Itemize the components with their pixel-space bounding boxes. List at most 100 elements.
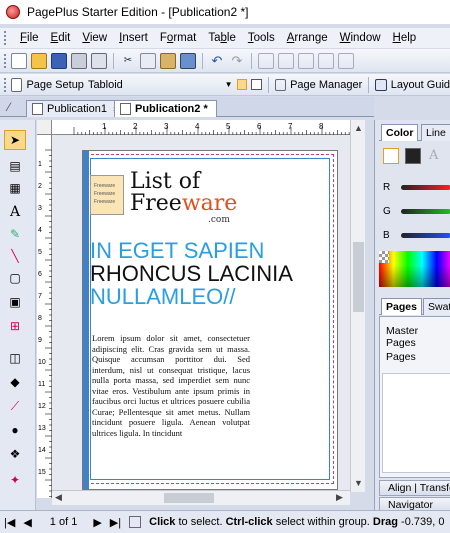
menu-view[interactable]: View (76, 32, 113, 44)
color-spectrum[interactable] (379, 251, 450, 287)
distribute-icon[interactable] (338, 52, 354, 69)
menu-format[interactable]: Format (154, 32, 202, 44)
document-icon (32, 103, 43, 115)
save-icon[interactable] (51, 52, 67, 69)
new-document-icon[interactable] (11, 52, 27, 69)
logo[interactable]: Freeware Freeware Freeware List of Freew… (90, 171, 260, 229)
frame-tool-icon[interactable]: ◫ (4, 348, 26, 368)
logo-domain: .com (208, 215, 230, 225)
replicate-tool-icon[interactable]: ✦ (4, 470, 26, 490)
gallery-tool-icon[interactable]: ❖ (4, 444, 26, 464)
tab-publication1[interactable]: Publication1 × (26, 100, 127, 117)
menu-help[interactable]: Help (387, 32, 423, 44)
align-transform-panel[interactable]: Align | Transfor (379, 480, 450, 496)
page-manager-button[interactable]: Page Manager (290, 79, 362, 91)
group-icon[interactable] (258, 52, 274, 69)
table-tool-icon[interactable]: ⊞ (4, 316, 26, 336)
crop-tool-icon[interactable]: ▦ (4, 178, 26, 198)
page-setup-button[interactable]: Page Setup (26, 79, 84, 91)
scroll-right-icon[interactable]: ▶ (336, 492, 343, 503)
menu-grip[interactable] (4, 31, 8, 45)
menu-table[interactable]: Table (202, 32, 242, 44)
page-manager-status-icon[interactable] (129, 516, 142, 528)
canvas[interactable]: Freeware Freeware Freeware List of Freew… (52, 135, 350, 490)
horizontal-ruler[interactable]: 123456789 (52, 120, 355, 135)
menu-window[interactable]: Window (334, 32, 387, 44)
next-page-icon[interactable]: ▶ (93, 516, 101, 529)
blue-slider[interactable] (401, 233, 450, 238)
red-slider[interactable] (401, 185, 450, 190)
ruler-corner[interactable] (37, 120, 52, 135)
studio-panel: Color Line A R G B Pages Swat Master Pag… (374, 120, 450, 513)
scroll-left-icon[interactable]: ◀ (55, 492, 62, 503)
vertical-scroll-thumb[interactable] (353, 242, 364, 312)
color-tool-icon[interactable]: ● (4, 420, 26, 440)
scroll-up-icon[interactable]: ▲ (354, 123, 363, 133)
pen-tool-icon[interactable]: ✎ (4, 224, 26, 244)
horizontal-scrollbar[interactable]: ◀ ▶ (52, 490, 350, 505)
vertical-scrollbar[interactable]: ▲ ▼ (350, 120, 365, 492)
menu-tools[interactable]: Tools (242, 32, 281, 44)
window-title: PagePlus Starter Edition - [Publication2… (27, 5, 249, 19)
page-size-select[interactable]: Tabloid (88, 79, 221, 91)
line-swatch-icon[interactable] (405, 148, 421, 164)
single-page-icon[interactable] (236, 79, 248, 90)
page-manager-icon[interactable] (274, 78, 287, 91)
copy-icon[interactable] (140, 52, 156, 69)
facing-pages-icon[interactable] (251, 79, 262, 90)
print-preview-icon[interactable] (91, 52, 107, 69)
vertical-ruler[interactable]: 1 2 3 4 5 6 7 8 9 10 11 12 13 14 15 (37, 135, 52, 498)
undo-icon[interactable]: ↶ (209, 53, 225, 69)
pages-label[interactable]: Pages (386, 351, 416, 363)
page-size-dropdown-icon[interactable]: ▼ (225, 80, 233, 89)
tab-pages[interactable]: Pages (381, 298, 422, 315)
print-icon[interactable] (71, 52, 87, 69)
picture-tool-icon[interactable]: ▣ (4, 292, 26, 312)
pages-thumbnail-area[interactable] (382, 373, 450, 473)
format-painter-icon[interactable] (180, 52, 196, 69)
menu-edit[interactable]: Edit (45, 32, 77, 44)
ungroup-icon[interactable] (278, 52, 294, 69)
line-tool-icon[interactable]: ╲ (4, 246, 26, 266)
layout-guides-button[interactable]: Layout Guid (391, 79, 450, 91)
menu-insert[interactable]: Insert (113, 32, 154, 44)
layout-guides-icon[interactable] (375, 78, 387, 91)
shape-tool-icon[interactable]: ▢ (4, 268, 26, 288)
fill-tool-icon[interactable]: ◆ (4, 372, 26, 392)
page-setup-icon[interactable] (10, 77, 23, 92)
redo-icon[interactable]: ↷ (229, 53, 245, 69)
green-slider[interactable] (401, 209, 450, 214)
align-icon[interactable] (298, 52, 314, 69)
scroll-down-icon[interactable]: ▼ (354, 478, 363, 488)
open-folder-icon[interactable] (31, 52, 47, 69)
paste-icon[interactable] (160, 52, 176, 69)
toolbar-grip[interactable] (4, 77, 7, 92)
fill-swatch-icon[interactable] (383, 148, 399, 164)
pointer-tool-icon[interactable]: ➤ (4, 130, 26, 150)
transparency-tool-icon[interactable]: ⟋ (4, 396, 26, 416)
text-color-icon[interactable]: A (429, 148, 438, 163)
cut-icon[interactable]: ✂ (120, 53, 136, 69)
transparent-swatch-icon[interactable] (379, 251, 389, 263)
menu-arrange[interactable]: Arrange (281, 32, 334, 44)
rotate-tool-icon[interactable]: ▤ (4, 156, 26, 176)
ruler-number: 6 (257, 122, 262, 131)
prev-page-icon[interactable]: ◀ (23, 516, 31, 529)
tab-color[interactable]: Color (381, 124, 419, 141)
ruler-number: 2 (38, 183, 42, 190)
menu-file[interactable]: File (14, 32, 45, 44)
body-text-frame[interactable]: Lorem ipsum dolor sit amet, consectetuer… (92, 333, 250, 438)
text-tool-icon[interactable]: A (4, 202, 26, 222)
toolbar-grip[interactable] (4, 53, 7, 68)
tab-swatches[interactable]: Swat (423, 298, 450, 315)
heading-frame[interactable]: IN EGET SAPIEN RHONCUS LACINIA NULLAMLEO… (90, 239, 293, 308)
last-page-icon[interactable]: ▶| (110, 516, 121, 529)
page-indicator[interactable]: 1 of 1 (50, 516, 78, 528)
tab-publication2[interactable]: Publication2 * (114, 100, 217, 117)
master-pages-label[interactable]: Master Pages (386, 325, 450, 349)
first-page-icon[interactable]: |◀ (4, 516, 15, 529)
ruler-number: 12 (38, 403, 46, 410)
horizontal-scroll-thumb[interactable] (164, 493, 214, 503)
tab-line[interactable]: Line (421, 124, 450, 141)
rotate-icon[interactable] (318, 52, 334, 69)
